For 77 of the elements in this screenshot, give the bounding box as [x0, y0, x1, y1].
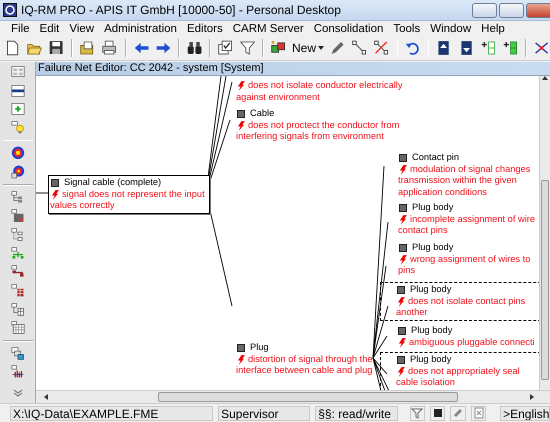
component-icon: [399, 154, 407, 162]
component-label[interactable]: Signal cable (complete): [64, 177, 162, 188]
fault-icon: [399, 164, 407, 174]
menu-item[interactable]: Window: [425, 22, 476, 34]
component-label[interactable]: Cable: [250, 108, 274, 120]
component-label[interactable]: Plug body: [411, 325, 452, 336]
failure-node[interactable]: Cable does not proctect the conductor from interfering signals from environment: [234, 106, 404, 144]
failure-text[interactable]: wrong assignment of wires to pins: [398, 254, 530, 276]
component-label[interactable]: Plug body: [410, 284, 452, 296]
component-icon: [397, 356, 405, 364]
menu-item[interactable]: Editors: [182, 22, 228, 34]
access-rights: §§: read/write: [315, 406, 398, 420]
menu-item[interactable]: View: [64, 22, 100, 34]
minimize-button[interactable]: [472, 2, 497, 18]
menu-item[interactable]: Tools: [388, 22, 426, 34]
failure-text[interactable]: incomplete assignment of wire contact pins: [398, 214, 536, 236]
app-icon: [3, 3, 17, 17]
failure-node[interactable]: Plug body ambiguous pluggable connecti: [395, 323, 539, 350]
component-icon: [398, 326, 406, 335]
failure-text[interactable]: modulation of signal changes transmission within the given application conditions: [398, 164, 530, 198]
component-icon: [399, 244, 407, 252]
component-icon: [237, 110, 245, 118]
window-title: IQ-RM PRO - APIS IT GmbH [10000-50] - Personal Desktop: [21, 3, 342, 17]
failure-text[interactable]: does not proctect the conductor from interfering signals from environment: [236, 120, 400, 142]
maximize-button[interactable]: [499, 2, 524, 18]
scroll-thumb[interactable]: [158, 392, 458, 402]
component-icon: [399, 204, 407, 212]
square-icon[interactable]: [432, 407, 444, 419]
menu-item[interactable]: CARM Server: [228, 22, 309, 34]
fault-icon: [399, 214, 407, 224]
fault-icon: [398, 338, 406, 348]
chevron-down-icon[interactable]: [12, 389, 22, 398]
vertical-scrollbar[interactable]: [539, 76, 550, 390]
menu-item[interactable]: Administration: [99, 22, 182, 34]
component-label[interactable]: Plug body: [412, 202, 454, 214]
scroll-left-icon[interactable]: [44, 394, 48, 400]
fault-icon: [397, 296, 405, 306]
failure-text[interactable]: signal does not represent the input values correctly: [50, 188, 205, 212]
component-icon: [237, 344, 245, 352]
fault-icon: [237, 120, 245, 130]
failure-text[interactable]: ambiguous pluggable connecti: [397, 336, 535, 348]
close-button[interactable]: [526, 2, 550, 18]
fault-icon: [397, 366, 405, 376]
caret-icon: [318, 46, 324, 50]
failure-node[interactable]: Signal cable (complete) signal does not represent the input values correctly: [48, 175, 210, 214]
menu-item[interactable]: Help: [476, 22, 510, 34]
scroll-right-icon[interactable]: [530, 394, 534, 400]
fault-icon: [237, 81, 245, 91]
fault-icon: [237, 354, 245, 364]
component-label[interactable]: Contact pin: [412, 152, 460, 164]
file-path: X:\IQ-Data\EXAMPLE.FME: [10, 406, 214, 420]
failure-node[interactable]: Plug distortion of signal through the interface between cable and plug: [234, 340, 378, 378]
menu-item[interactable]: File: [6, 22, 35, 34]
fault-icon: [399, 254, 407, 264]
menu-item[interactable]: Consolidation: [308, 22, 388, 34]
failure-node[interactable]: Contact pin modulation of signal changes transmission within the given application conditions: [396, 150, 536, 200]
failure-text[interactable]: does not isolate conductor electrically against environment: [236, 80, 403, 103]
delete-icon[interactable]: [472, 407, 485, 419]
component-label[interactable]: Plug body: [410, 354, 452, 366]
menu-item[interactable]: Edit: [34, 22, 64, 34]
failure-node[interactable]: Plug body wrong assignment of wires to pins: [396, 240, 536, 278]
failure-text[interactable]: does not isolate contact pins another: [396, 296, 526, 318]
connector-line: [36, 192, 48, 194]
failure-text[interactable]: distortion of signal through the interface between cable and plug: [236, 354, 373, 376]
component-label[interactable]: Plug body: [412, 242, 454, 254]
new-dropdown-button[interactable]: New: [292, 41, 324, 55]
scroll-thumb[interactable]: [541, 180, 549, 380]
failure-node[interactable]: Plug body incomplete assignment of wire contact pins: [396, 200, 539, 238]
editor-title: Failure Net Editor: CC 2042 - system [System]: [36, 62, 550, 76]
failure-node[interactable]: does not isolate conductor electrically against environment: [234, 78, 408, 105]
failure-text[interactable]: does not appropriately seal cable isolation: [396, 366, 520, 388]
horizontal-scrollbar[interactable]: [36, 390, 550, 403]
component-label[interactable]: Plug: [250, 342, 269, 354]
filter-icon[interactable]: [411, 407, 424, 419]
component-icon: [51, 178, 59, 187]
component-icon: [397, 286, 405, 294]
fault-icon: [51, 190, 59, 200]
